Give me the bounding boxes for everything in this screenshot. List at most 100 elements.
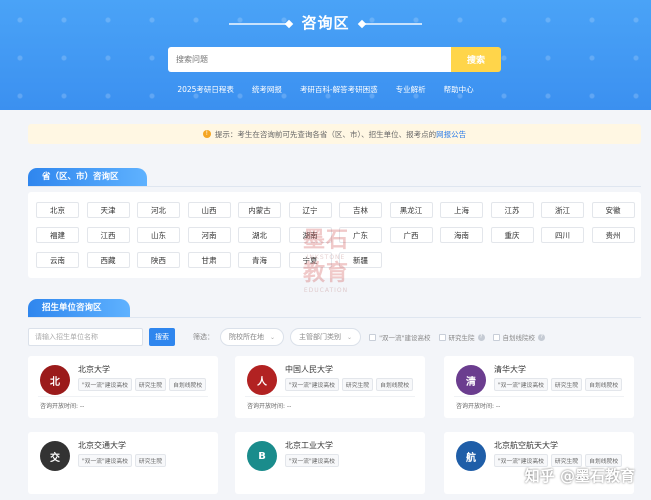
- section-divider: [28, 317, 641, 318]
- university-card[interactable]: 北北京大学 "双一流"建设高校 研究生院 自划线院校 咨询开放时间: --: [28, 356, 218, 418]
- card-divider: [454, 396, 624, 397]
- search-button[interactable]: 搜索: [451, 47, 501, 72]
- unit-search-input[interactable]: 请输入招生单位名称: [28, 328, 143, 346]
- university-tags: "双一流"建设高校: [285, 454, 339, 467]
- university-card[interactable]: B 北京工业大学 "双一流"建设高校: [235, 432, 425, 494]
- province-button[interactable]: 海南: [440, 227, 483, 243]
- university-tag: 研究生院: [550, 378, 583, 391]
- hero-nav: 2025考研日程表 统考网报 考研百科-解答考研困惑 专业解析 帮助中心: [0, 84, 651, 95]
- province-button[interactable]: 安徽: [591, 202, 635, 218]
- double-first-checkbox[interactable]: "双一流"建设高校: [369, 332, 431, 342]
- university-name[interactable]: 北京航空航天大学: [494, 440, 558, 451]
- province-button[interactable]: 黑龙江: [389, 202, 433, 218]
- province-button[interactable]: 新疆: [339, 252, 382, 268]
- university-logo: 交: [40, 441, 70, 471]
- chevron-down-icon: ⌄: [347, 333, 353, 341]
- help-icon[interactable]: ?: [477, 333, 485, 341]
- province-button[interactable]: 河南: [187, 227, 231, 243]
- search-input[interactable]: [168, 47, 451, 72]
- nav-major-analysis[interactable]: 专业解析: [396, 84, 426, 95]
- university-logo: 人: [247, 365, 277, 395]
- university-name[interactable]: 北京大学: [78, 364, 110, 375]
- province-button[interactable]: 重庆: [490, 227, 534, 243]
- university-tags: "双一流"建设高校 研究生院 自划线院校: [285, 378, 414, 391]
- section-divider: [28, 186, 641, 187]
- location-select[interactable]: 院校所在地 ⌄: [220, 328, 285, 346]
- page-title: 咨询区: [0, 12, 651, 33]
- unit-section-title: 招生单位咨询区: [28, 299, 130, 317]
- university-logo: 清: [456, 365, 486, 395]
- university-name[interactable]: 北京交通大学: [78, 440, 126, 451]
- province-button[interactable]: 宁夏: [288, 252, 332, 268]
- university-tags: "双一流"建设高校 研究生院 自划线院校: [494, 378, 623, 391]
- checkbox-icon: [369, 333, 377, 341]
- page-title-text: 咨询区: [301, 14, 350, 32]
- province-section-title: 省（区、市）咨询区: [28, 168, 147, 186]
- university-tag: "双一流"建设高校: [78, 454, 132, 467]
- chevron-down-icon: ⌄: [270, 333, 276, 341]
- province-button[interactable]: 云南: [36, 252, 79, 268]
- watermark-text: EDUCATION: [303, 287, 349, 294]
- unit-section-header: 招生单位咨询区: [28, 299, 130, 317]
- main-search: 搜索: [168, 47, 501, 72]
- nav-help-center[interactable]: 帮助中心: [444, 84, 474, 95]
- nav-encyclopedia[interactable]: 考研百科-解答考研困惑: [300, 84, 378, 95]
- province-button[interactable]: 山东: [137, 227, 180, 243]
- university-tag: 自划线院校: [169, 378, 207, 391]
- province-button[interactable]: 四川: [541, 227, 584, 243]
- province-button[interactable]: 江西: [86, 227, 130, 243]
- province-button[interactable]: 福建: [36, 227, 79, 243]
- province-button[interactable]: 湖南: [288, 227, 332, 243]
- consult-open-time: 咨询开放时间: --: [247, 403, 292, 410]
- province-button[interactable]: 北京: [36, 202, 79, 218]
- title-decoration-right: [361, 22, 422, 25]
- consult-open-time: 咨询开放时间: --: [456, 403, 501, 410]
- province-button[interactable]: 陕西: [137, 252, 180, 268]
- card-divider: [245, 396, 415, 397]
- hero-banner: 咨询区 搜索 2025考研日程表 统考网报 考研百科-解答考研困惑 专业解析 帮…: [0, 0, 651, 110]
- province-button[interactable]: 青海: [238, 252, 281, 268]
- province-button[interactable]: 甘肃: [187, 252, 231, 268]
- university-name[interactable]: 清华大学: [494, 364, 526, 375]
- card-divider: [38, 396, 208, 397]
- unit-search-button[interactable]: 搜索: [149, 328, 175, 346]
- province-button[interactable]: 辽宁: [288, 202, 332, 218]
- help-icon[interactable]: ?: [538, 333, 546, 341]
- nav-schedule[interactable]: 2025考研日程表: [177, 84, 234, 95]
- province-button[interactable]: 贵州: [591, 227, 635, 243]
- university-card[interactable]: 清清华大学 "双一流"建设高校 研究生院 自划线院校咨询开放时间: --: [444, 356, 634, 418]
- university-name[interactable]: 北京工业大学: [285, 440, 333, 451]
- notice-link[interactable]: 网报公告: [436, 129, 466, 140]
- university-tag: 研究生院: [341, 378, 374, 391]
- province-section-header: 省（区、市）咨询区: [28, 168, 147, 186]
- province-button[interactable]: 广东: [339, 227, 382, 243]
- self-line-checkbox[interactable]: 自划线院校?: [492, 332, 546, 342]
- university-logo: 航: [456, 441, 486, 471]
- province-button[interactable]: 广西: [389, 227, 433, 243]
- nav-unified-registration[interactable]: 统考网报: [252, 84, 282, 95]
- university-tag: 自划线院校: [376, 378, 414, 391]
- department-select[interactable]: 主管部门类别 ⌄: [290, 328, 362, 346]
- university-tag: 自划线院校: [585, 378, 623, 391]
- province-button[interactable]: 江苏: [490, 202, 534, 218]
- location-select-value: 院校所在地: [229, 333, 264, 341]
- province-button[interactable]: 西藏: [86, 252, 130, 268]
- university-logo: 北: [40, 365, 70, 395]
- province-grid: 北京 天津 河北 山西 内蒙古 辽宁 吉林 黑龙江 上海 江苏 浙江 安徽福建 江西 山东 河南 湖北 湖南 广东…: [36, 202, 635, 268]
- province-button[interactable]: 湖北: [238, 227, 281, 243]
- province-button[interactable]: 浙江: [541, 202, 584, 218]
- province-button[interactable]: 上海: [440, 202, 483, 218]
- university-tags: "双一流"建设高校 研究生院 自划线院校: [78, 378, 207, 391]
- university-name[interactable]: 中国人民大学: [285, 364, 333, 375]
- province-button[interactable]: 天津: [86, 202, 130, 218]
- province-button[interactable]: 山西: [187, 202, 231, 218]
- university-card[interactable]: 人中国人民大学 "双一流"建设高校 研究生院 自划线院校咨询开放时间: --: [235, 356, 425, 418]
- checkbox-label: 自划线院校: [502, 334, 536, 342]
- university-card[interactable]: 交北京交通大学 "双一流"建设高校 研究生院: [28, 432, 218, 494]
- province-button[interactable]: 内蒙古: [238, 202, 281, 218]
- zhihu-watermark: 知乎 @墨石教育: [524, 467, 635, 485]
- province-button[interactable]: 河北: [137, 202, 180, 218]
- notice-bar: ! 提示：考生在咨询前可先查询各省（区、市）、招生单位、报考点的 网报公告: [28, 124, 641, 144]
- province-button[interactable]: 吉林: [339, 202, 382, 218]
- graduate-school-checkbox[interactable]: 研究生院?: [438, 332, 485, 342]
